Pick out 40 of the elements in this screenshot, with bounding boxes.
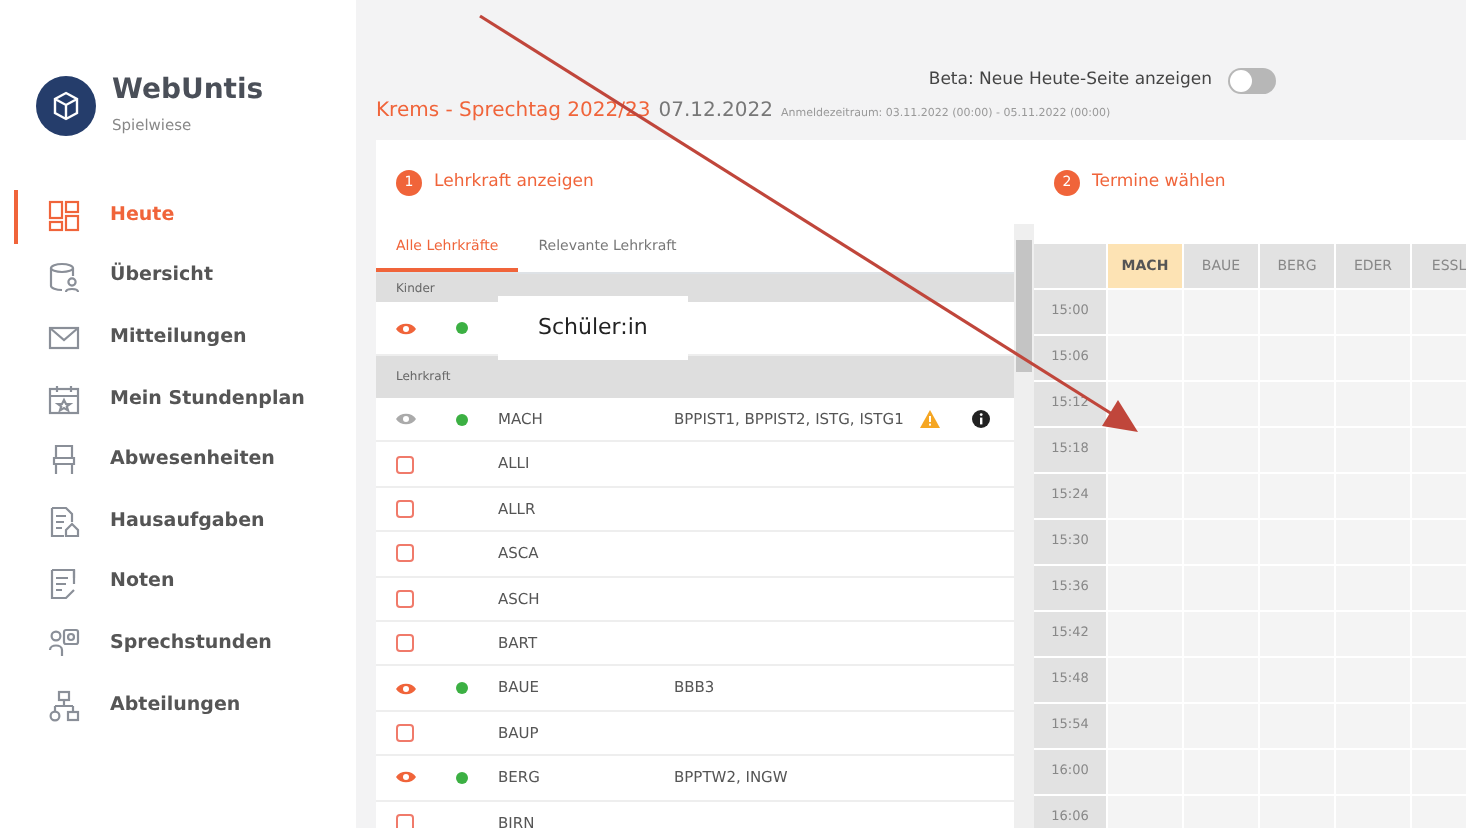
step-title: Termine wählen xyxy=(1092,169,1226,195)
nav-item[interactable]: Übersicht xyxy=(0,246,356,308)
checkbox[interactable] xyxy=(396,634,414,653)
nav-item[interactable]: Abteilungen xyxy=(0,674,356,736)
scrollbar[interactable] xyxy=(1014,224,1034,828)
app-name: WebUntis xyxy=(112,76,264,107)
document-house-icon xyxy=(48,505,80,538)
checkbox[interactable] xyxy=(396,499,414,518)
grid-corner xyxy=(1034,244,1106,288)
info-icon[interactable] xyxy=(972,410,990,429)
database-user-icon xyxy=(48,261,80,294)
eye-icon[interactable] xyxy=(396,770,416,785)
page-date: 07.12.2022 xyxy=(658,98,773,126)
checkbox[interactable] xyxy=(396,455,414,474)
grid-icon xyxy=(48,199,80,232)
beta-label: Beta: Neue Heute-Seite anzeigen xyxy=(928,67,1212,93)
mail-icon xyxy=(48,322,80,355)
active-indicator xyxy=(14,189,18,244)
nav-item[interactable]: Sprechstunden xyxy=(0,613,356,675)
notes-icon xyxy=(48,567,80,599)
calendar-icon xyxy=(48,383,80,416)
eye-icon[interactable] xyxy=(396,412,416,427)
cube-icon xyxy=(50,90,82,123)
checkbox[interactable] xyxy=(396,544,414,563)
hierarchy-icon xyxy=(48,689,80,722)
nav-item[interactable]: Noten xyxy=(0,552,356,614)
chair-icon xyxy=(48,444,80,477)
step-title: Lehrkraft anzeigen xyxy=(434,169,594,195)
checkbox[interactable] xyxy=(396,813,414,828)
checkbox[interactable] xyxy=(396,723,414,742)
checkbox[interactable] xyxy=(396,589,414,608)
eye-icon[interactable] xyxy=(396,681,416,696)
nav-item[interactable]: Abwesenheiten xyxy=(0,430,356,492)
people-icon xyxy=(48,628,80,661)
nav-item[interactable]: Mein Stundenplan xyxy=(0,368,356,431)
nav-item[interactable]: Mitteilungen xyxy=(0,307,356,369)
toggle-switch[interactable] xyxy=(1228,67,1276,93)
eye-icon[interactable] xyxy=(396,321,416,335)
nav-item[interactable]: Hausaufgaben xyxy=(0,491,356,553)
student-name: Schüler:in xyxy=(498,295,688,361)
